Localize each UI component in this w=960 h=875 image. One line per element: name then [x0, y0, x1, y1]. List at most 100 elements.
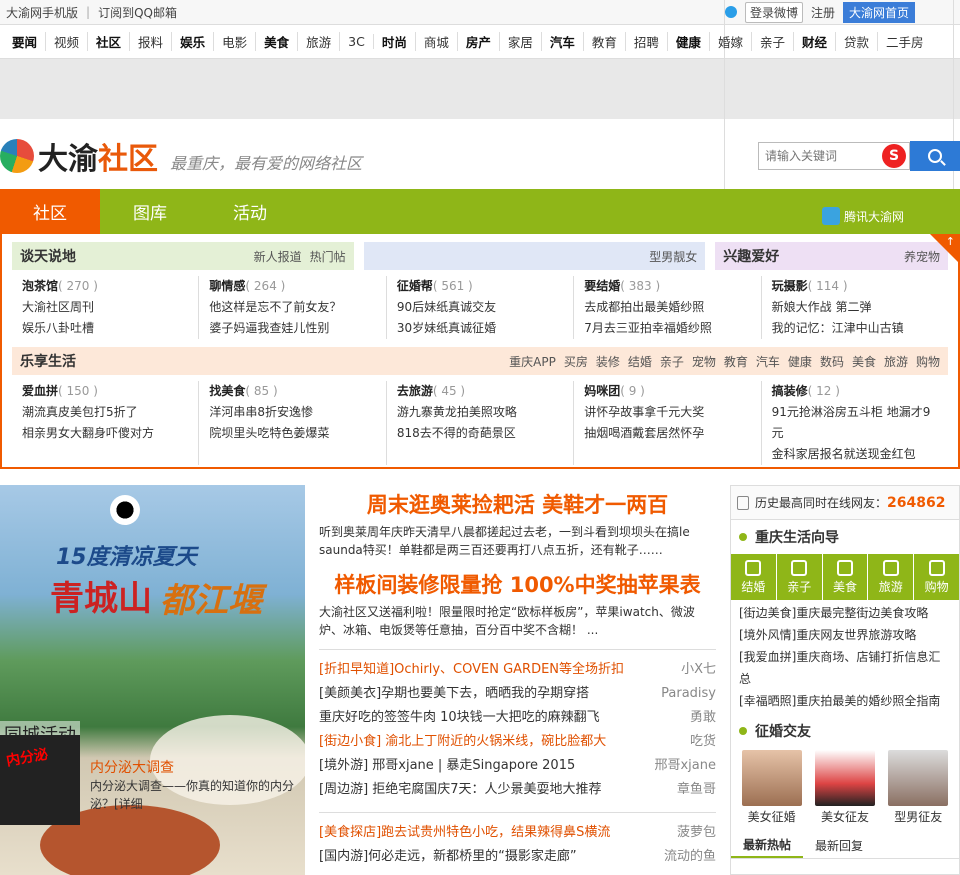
home-link[interactable]: 大渝网首页 — [843, 1, 916, 23]
headline-1[interactable]: 周末逛奥莱捡耙活 美鞋才一两百 — [319, 489, 716, 519]
forum-post-link[interactable]: 讲怀孕故事拿千元大奖 — [584, 402, 750, 423]
life-link[interactable]: 美食 — [852, 355, 876, 369]
weibo-login-button[interactable]: 登录微博 — [745, 1, 804, 23]
tab-community[interactable]: 社区 — [0, 189, 100, 234]
forum-post-link[interactable]: 新娘大作战 第二弹 — [772, 297, 938, 318]
forum-post-link[interactable]: 30岁妹纸真诚征婚 — [397, 318, 563, 339]
tab-gallery[interactable]: 图库 — [100, 189, 200, 234]
nav-item[interactable]: 社区 — [88, 32, 131, 51]
board-head-title[interactable]: 兴趣爱好 — [723, 246, 779, 266]
forum-post-link[interactable]: 婆子妈逼我查娃儿性别 — [209, 318, 375, 339]
nav-item[interactable]: 时尚 — [374, 32, 416, 51]
subscribe-link[interactable]: 订阅到QQ邮箱 — [98, 4, 177, 21]
nav-item[interactable]: 商城 — [416, 32, 458, 51]
forum-name[interactable]: 征婚帮 — [397, 279, 433, 293]
forum-name[interactable]: 聊情感 — [209, 279, 245, 293]
back-to-top-icon[interactable]: ↑ — [946, 235, 955, 248]
forum-post-link[interactable]: 洋河串串8折安逸惨 — [209, 402, 375, 423]
life-link[interactable]: 购物 — [916, 355, 940, 369]
life-link[interactable]: 健康 — [788, 355, 812, 369]
forum-post-link[interactable]: 大渝社区周刊 — [22, 297, 188, 318]
nav-item[interactable]: 招聘 — [626, 32, 668, 51]
promo-line-1[interactable]: 15度清凉夏天 — [56, 539, 197, 571]
dating-profile[interactable]: 美女征婚 — [741, 750, 802, 825]
guide-item[interactable]: 购物 — [914, 554, 959, 600]
forum-post-link[interactable]: 他这样是忘不了前女友？ — [209, 297, 375, 318]
nav-item[interactable]: 婚嫁 — [710, 32, 752, 51]
forum-name[interactable]: 找美食 — [209, 384, 245, 398]
forum-post-link[interactable]: 91元抢淋浴房五斗柜 地漏才9元 — [772, 402, 938, 444]
forum-name[interactable]: 要结婚 — [584, 279, 620, 293]
post-author[interactable]: 菠萝包 — [677, 821, 716, 845]
dating-profile[interactable]: 美女征友 — [814, 750, 875, 825]
post-title[interactable]: 重庆好吃的签签牛肉 10块钱一大把吃的麻辣翻飞 — [319, 706, 600, 730]
nav-item[interactable]: 教育 — [584, 32, 626, 51]
nav-item[interactable]: 报料 — [130, 32, 173, 51]
post-title[interactable]: [街边小食] 渝北上丁附近的火锅米线，碗比脸都大 — [319, 730, 606, 754]
life-link[interactable]: 亲子 — [660, 355, 684, 369]
life-link[interactable]: 买房 — [564, 355, 588, 369]
search-button[interactable] — [910, 141, 960, 171]
forum-name[interactable]: 妈咪团 — [584, 384, 620, 398]
tencent-link[interactable]: 腾讯大渝网 — [821, 207, 904, 225]
life-link[interactable]: 汽车 — [756, 355, 780, 369]
post-title[interactable]: [国内游]何必走远，新都桥里的“摄影家走廊” — [319, 845, 577, 869]
tab-activity[interactable]: 活动 — [200, 189, 300, 234]
post-author[interactable]: Paradisy — [661, 682, 716, 706]
nav-item[interactable]: 要闻 — [4, 32, 47, 51]
post-author[interactable]: 勇敢 — [690, 706, 716, 730]
nav-item[interactable]: 旅游 — [298, 32, 341, 51]
post-title[interactable]: [境外游] 邢哥xjane | 暴走Singapore 2015 — [319, 754, 575, 778]
forum-post-link[interactable]: 游九寨黄龙拍美照攻略 — [397, 402, 563, 423]
post-title[interactable]: [美颜美衣]孕期也要美下去，晒晒我的孕期穿搭 — [319, 682, 589, 706]
nav-item[interactable]: 视频 — [46, 32, 89, 51]
life-link[interactable]: 重庆APP — [509, 355, 556, 369]
guide-item[interactable]: 结婚 — [731, 554, 777, 600]
post-title[interactable]: [美食探店]跑去试贵州特色小吃，结果辣得鼻S横流 — [319, 821, 610, 845]
nav-item[interactable]: 健康 — [668, 32, 710, 51]
nav-item[interactable]: 家居 — [500, 32, 542, 51]
life-link[interactable]: 装修 — [596, 355, 620, 369]
forum-post-link[interactable]: 金科家居报名就送现金红包 — [772, 444, 938, 465]
forum-post-link[interactable]: 抽烟喝酒戴套居然怀孕 — [584, 423, 750, 444]
register-link[interactable]: 注册 — [811, 4, 835, 21]
forum-name[interactable]: 去旅游 — [397, 384, 433, 398]
promo-line-2[interactable]: 青城山 — [50, 571, 152, 620]
forum-name[interactable]: 玩摄影 — [772, 279, 808, 293]
post-author[interactable]: 流动的鱼 — [664, 845, 716, 869]
post-author[interactable]: 吃货 — [690, 730, 716, 754]
post-title[interactable]: [周边游] 拒绝宅腐国庆7天：人少景美耍地大推荐 — [319, 778, 602, 802]
post-author[interactable]: 小X七 — [681, 658, 716, 682]
forum-name[interactable]: 泡茶馆 — [22, 279, 58, 293]
forum-post-link[interactable]: 去成都拍出最美婚纱照 — [584, 297, 750, 318]
promo-line-3[interactable]: 都江堰 — [160, 573, 262, 622]
site-logo[interactable]: 大渝 社区 — [0, 134, 158, 178]
nav-item[interactable]: 财经 — [794, 32, 836, 51]
forum-post-link[interactable]: 90后妹纸真诚交友 — [397, 297, 563, 318]
post-title[interactable]: [折扣早知道]Ochirly、COVEN GARDEN等全场折扣 — [319, 658, 624, 682]
post-author[interactable]: 章鱼哥 — [677, 778, 716, 802]
dating-profile[interactable]: 型男征友 — [888, 750, 949, 825]
mobile-link[interactable]: 大渝网手机版 — [6, 4, 78, 21]
activity-title[interactable]: 内分泌大调查 — [90, 757, 174, 777]
tab-latest-hot[interactable]: 最新热帖 — [731, 833, 804, 858]
post-author[interactable]: 邢哥xjane — [654, 754, 716, 778]
nav-item[interactable]: 3C — [340, 34, 374, 49]
forum-post-link[interactable]: 我的记忆：江津中山古镇 — [772, 318, 938, 339]
board-head-title[interactable]: 谈天说地 — [20, 246, 76, 266]
forum-post-link[interactable]: 相亲男女大翻身吓傻对方 — [22, 423, 188, 444]
headline-2[interactable]: 样板间装修限量抢 100%中奖抽苹果表 — [319, 569, 716, 599]
life-link[interactable]: 结婚 — [628, 355, 652, 369]
nav-item[interactable]: 贷款 — [836, 32, 878, 51]
guide-item[interactable]: 旅游 — [868, 554, 915, 600]
forum-post-link[interactable]: 潮流真皮美包打5折了 — [22, 402, 188, 423]
life-link[interactable]: 旅游 — [884, 355, 908, 369]
forum-post-link[interactable]: 院坝里头吃特色姜爆菜 — [209, 423, 375, 444]
guide-item[interactable]: 美食 — [823, 554, 869, 600]
board-head-link[interactable]: 新人报道 — [254, 250, 302, 264]
nav-item[interactable]: 亲子 — [752, 32, 794, 51]
forum-post-link[interactable]: 818去不得的奇葩景区 — [397, 423, 563, 444]
forum-name[interactable]: 爱血拼 — [22, 384, 58, 398]
nav-item[interactable]: 房产 — [458, 32, 500, 51]
nav-item[interactable]: 二手房 — [878, 32, 932, 51]
